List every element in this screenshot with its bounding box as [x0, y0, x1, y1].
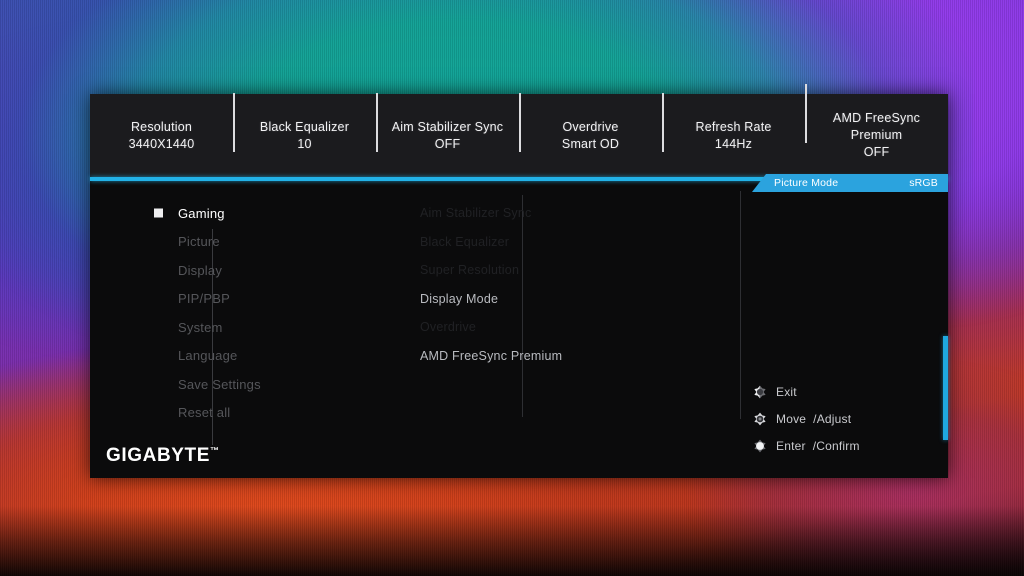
category-item-display[interactable]: Display — [148, 256, 323, 285]
submenu-item-super-resolution[interactable]: Super Resolution — [420, 256, 605, 285]
status-item-black-equalizer: Black Equalizer 10 — [233, 92, 376, 153]
category-item-picture[interactable]: Picture — [148, 228, 323, 257]
status-value: OFF — [434, 136, 461, 151]
hint-action-label: Enter — [776, 438, 806, 453]
status-label: Black Equalizer — [259, 119, 350, 134]
category-label: Picture — [178, 234, 220, 250]
status-value: 144Hz — [714, 136, 753, 151]
status-label: Resolution — [130, 119, 193, 134]
hint-exit: Exit — [752, 378, 942, 405]
category-label: Gaming — [178, 205, 225, 221]
category-label: System — [178, 319, 223, 335]
screenshot-root: Resolution 3440X1440 Black Equalizer 10 … — [0, 0, 1024, 576]
column-divider-2 — [740, 191, 741, 419]
category-menu: Gaming Picture Display PIP/PBP System La… — [148, 199, 323, 445]
submenu-label: Aim Stabilizer Sync — [420, 206, 532, 221]
joystick-move-icon — [752, 411, 768, 427]
vertical-scrollbar[interactable] — [943, 336, 948, 440]
category-item-gaming[interactable]: Gaming — [148, 199, 323, 228]
status-item-amd-freesync-premium: AMD FreeSync Premium OFF — [805, 84, 948, 161]
status-item-refresh-rate: Refresh Rate 144Hz — [662, 92, 805, 153]
category-item-system[interactable]: System — [148, 313, 323, 342]
submenu-label: Super Resolution — [420, 263, 520, 278]
joystick-center-icon — [752, 438, 768, 454]
hint-enter-confirm: Enter / Confirm — [752, 432, 942, 459]
hint-move-adjust: Move / Adjust — [752, 405, 942, 432]
joystick-left-icon — [752, 384, 768, 400]
category-label: Language — [178, 348, 238, 364]
status-label: Overdrive — [562, 119, 619, 134]
wallpaper-bottom-shadow — [0, 506, 1024, 576]
category-item-reset-all[interactable]: Reset all — [148, 399, 323, 428]
status-bar: Resolution 3440X1440 Black Equalizer 10 … — [90, 84, 948, 177]
submenu-label: AMD FreeSync Premium — [420, 348, 563, 363]
hint-action-label: Move — [776, 411, 807, 426]
status-value: 3440X1440 — [128, 136, 195, 151]
hint-detail-label: Confirm — [816, 438, 860, 453]
trademark-symbol: ™ — [210, 445, 220, 456]
category-item-language[interactable]: Language — [148, 342, 323, 371]
submenu-label: Display Mode — [420, 291, 499, 306]
submenu-label: Black Equalizer — [420, 234, 510, 249]
submenu-item-amd-freesync-premium[interactable]: AMD FreeSync Premium — [420, 342, 605, 371]
category-item-save-settings[interactable]: Save Settings — [148, 370, 323, 399]
navigation-hints: Exit Move / Adjust Enter / Confirm — [752, 378, 942, 459]
submenu-item-display-mode[interactable]: Display Mode — [420, 285, 605, 314]
submenu-item-black-equalizer[interactable]: Black Equalizer — [420, 228, 605, 257]
selection-marker-icon — [154, 208, 163, 218]
category-label: Save Settings — [178, 376, 261, 392]
status-item-resolution: Resolution 3440X1440 — [90, 119, 233, 153]
status-label: Aim Stabilizer Sync — [391, 119, 504, 134]
status-item-overdrive: Overdrive Smart OD — [519, 92, 662, 153]
submenu-item-overdrive[interactable]: Overdrive — [420, 313, 605, 342]
status-label: Refresh Rate — [695, 119, 772, 134]
status-value: 10 — [297, 136, 312, 151]
submenu-label: Overdrive — [420, 320, 476, 335]
category-label: PIP/PBP — [178, 291, 230, 307]
status-item-aim-stabilizer-sync: Aim Stabilizer Sync OFF — [376, 92, 519, 153]
osd-panel: Resolution 3440X1440 Black Equalizer 10 … — [90, 84, 948, 478]
hint-action-label: Exit — [776, 384, 797, 399]
status-value: OFF — [863, 144, 890, 159]
brand-name: GIGABYTE — [106, 445, 211, 466]
status-label: AMD FreeSync Premium — [832, 111, 921, 143]
category-label: Display — [178, 262, 223, 278]
gigabyte-logo: GIGABYTE™ — [106, 445, 219, 467]
submenu: Aim Stabilizer Sync Black Equalizer Supe… — [420, 199, 605, 370]
hint-detail-label: Adjust — [816, 411, 852, 426]
status-value: Smart OD — [561, 136, 620, 151]
category-label: Reset all — [178, 405, 231, 421]
submenu-item-aim-stabilizer-sync[interactable]: Aim Stabilizer Sync — [420, 199, 605, 228]
category-item-pip-pbp[interactable]: PIP/PBP — [148, 285, 323, 314]
osd-body: Gaming Picture Display PIP/PBP System La… — [90, 181, 948, 478]
